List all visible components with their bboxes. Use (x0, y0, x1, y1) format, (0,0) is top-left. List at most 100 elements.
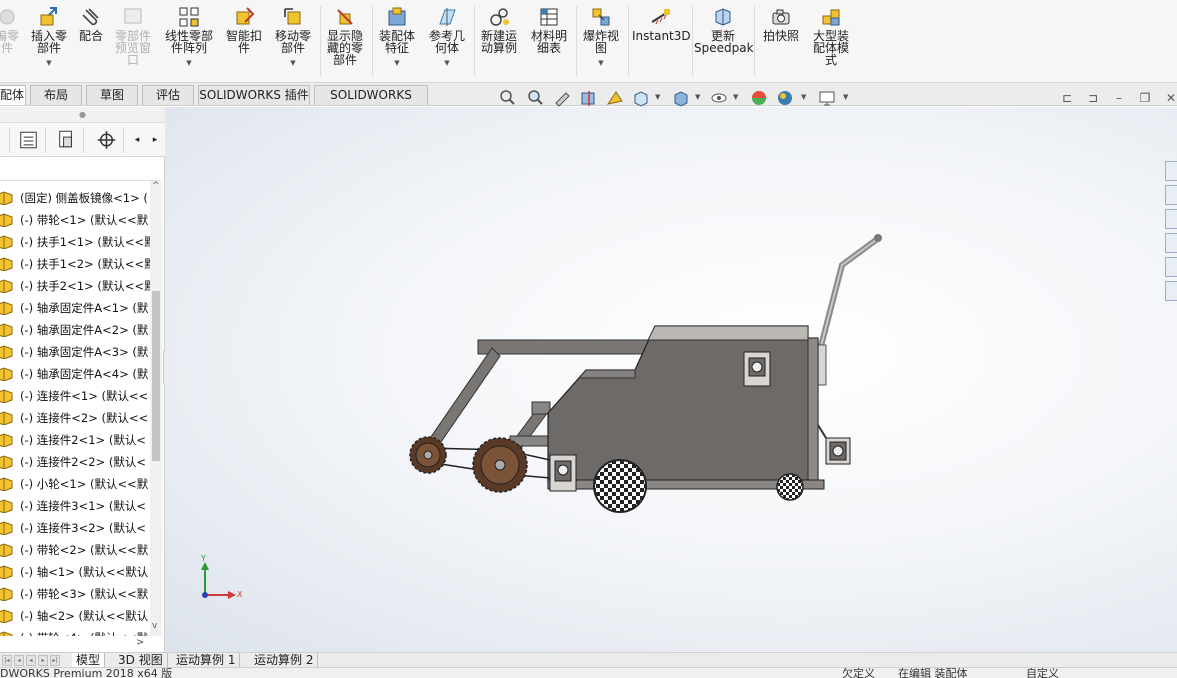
tree-item[interactable]: (-) 轴承固定件A<4> (默 (0, 363, 150, 385)
close-icon[interactable]: ✕ (1164, 91, 1177, 105)
linear-pattern-button[interactable]: 线性零部 件阵列 ▼ (160, 6, 218, 69)
tree-item[interactable]: (-) 轴<1> (默认<<默认 (0, 561, 150, 583)
view-palette-icon[interactable] (1165, 233, 1177, 253)
nav-next-icon[interactable]: ▸ (38, 655, 48, 666)
panel-grip[interactable]: ● (0, 107, 165, 123)
tile-right-icon[interactable]: ⊐ (1086, 91, 1100, 105)
tree-item[interactable]: (-) 连接件<2> (默认<< (0, 407, 150, 429)
update-speedpak-button[interactable]: 更新 Speedpak (694, 6, 754, 54)
assembly-model[interactable] (165, 107, 1177, 652)
view-orientation-icon[interactable] (631, 88, 651, 108)
view-settings-icon[interactable] (817, 88, 837, 108)
assembly-feature-button[interactable]: 装配体 特征 ▼ (374, 6, 420, 69)
tree-item[interactable]: (-) 连接件3<2> (默认< (0, 517, 150, 539)
tree-item[interactable]: (-) 连接件2<2> (默认< (0, 451, 150, 473)
tab-model[interactable]: 模型 (72, 653, 106, 668)
chevron-down-icon[interactable]: ▼ (28, 57, 70, 69)
bom-button[interactable]: 材料明 细表 (526, 6, 572, 54)
home-icon[interactable] (1165, 161, 1177, 181)
configuration-manager-icon[interactable] (50, 127, 84, 153)
large-assembly-mode-button[interactable]: 大型装 配体模 式 (808, 6, 854, 66)
tab-3d-views[interactable]: 3D 视图 (114, 653, 168, 668)
chevron-down-icon[interactable]: ▼ (374, 57, 420, 69)
snapshot-button[interactable]: 拍快照 (758, 6, 804, 42)
tree-item[interactable]: (-) 带轮<4> (默认<<默 (0, 627, 150, 636)
mate-button[interactable]: 配合 (76, 6, 106, 42)
status-units[interactable]: 自定义 (1026, 668, 1059, 678)
tab-sketch[interactable]: 草图 (86, 85, 138, 105)
tree-item[interactable]: (-) 带轮<1> (默认<<默 (0, 209, 150, 231)
tab-layout[interactable]: 布局 (30, 85, 82, 105)
exploded-view-button[interactable]: 爆炸视 图 ▼ (578, 6, 624, 69)
tree-item[interactable]: (-) 轴承固定件A<3> (默 (0, 341, 150, 363)
previous-view-icon[interactable] (553, 88, 573, 108)
tab-solidworks-addins[interactable]: SOLIDWORKS 插件 (198, 85, 310, 105)
restore-icon[interactable]: ❐ (1138, 91, 1152, 105)
tab-scroll-right-icon[interactable]: ▸ (146, 127, 164, 153)
tab-assembly[interactable]: 配体 (0, 85, 26, 105)
tree-item[interactable]: (-) 扶手1<2> (默认<<默 (0, 253, 150, 275)
chevron-down-icon[interactable]: ▼ (424, 57, 470, 69)
chevron-down-icon[interactable]: ▼ (695, 93, 700, 101)
edit-component-button[interactable]: 编零 件 (0, 6, 20, 54)
tree-item[interactable]: (-) 扶手2<1> (默认<<默 (0, 275, 150, 297)
scroll-down-icon[interactable]: v (152, 621, 157, 631)
tree-item[interactable]: (固定) 侧盖板镜像<1> ( (0, 187, 150, 209)
chevron-down-icon[interactable]: ▼ (843, 93, 848, 101)
tree-item[interactable]: (-) 小轮<1> (默认<<默 (0, 473, 150, 495)
chevron-down-icon[interactable]: ▼ (160, 57, 218, 69)
appearances-icon[interactable] (1165, 257, 1177, 277)
smart-fastener-button[interactable]: 智能扣 件 (222, 6, 266, 54)
new-motion-study-button[interactable]: 新建运 动算例 (476, 6, 522, 54)
tree-item[interactable]: (-) 连接件2<1> (默认< (0, 429, 150, 451)
tile-left-icon[interactable]: ⊏ (1060, 91, 1074, 105)
tree-item[interactable]: (-) 带轮<3> (默认<<默 (0, 583, 150, 605)
instant3d-button[interactable]: Instant3D (632, 6, 691, 42)
nav-prev-icon[interactable]: ◂ (26, 655, 36, 666)
show-hidden-components-button[interactable]: 显示隐 藏的零 部件 (322, 6, 368, 66)
custom-properties-icon[interactable] (1165, 281, 1177, 301)
nav-first-icon[interactable]: |◂ (2, 655, 12, 666)
chevron-down-icon[interactable]: ▼ (733, 93, 738, 101)
tab-solidworks-mbd[interactable]: SOLIDWORKS MBD (314, 85, 428, 120)
reference-geometry-button[interactable]: 参考几 何体 ▼ (424, 6, 470, 69)
design-library-icon[interactable] (1165, 185, 1177, 205)
tree-item[interactable]: (-) 连接件3<1> (默认< (0, 495, 150, 517)
tree-item[interactable]: (-) 轴承固定件A<2> (默 (0, 319, 150, 341)
feature-manager-tab[interactable] (0, 127, 10, 153)
nav-prev-icon[interactable]: ◂ (14, 655, 24, 666)
tab-scroll-left-icon[interactable]: ◂ (128, 127, 146, 153)
property-manager-icon[interactable] (12, 127, 46, 153)
file-explorer-icon[interactable] (1165, 209, 1177, 229)
graphics-area[interactable]: Y X (165, 107, 1177, 652)
nav-last-icon[interactable]: ▸| (50, 655, 60, 666)
tab-motion-study-2[interactable]: 运动算例 2 (250, 653, 319, 668)
chevron-down-icon[interactable]: ▼ (655, 93, 660, 101)
insert-component-button[interactable]: 插入零 部件 ▼ (28, 6, 70, 69)
tab-evaluate[interactable]: 评估 (142, 85, 194, 105)
component-preview-button[interactable]: 零部件 预览窗 口 (112, 6, 154, 66)
section-view-icon[interactable] (579, 88, 599, 108)
tree-scrollbar[interactable]: ^ v (150, 181, 162, 636)
scroll-right-icon[interactable]: > (136, 637, 144, 648)
apply-scene-icon[interactable] (775, 88, 795, 108)
tree-item[interactable]: (-) 扶手1<1> (默认<<默 (0, 231, 150, 253)
display-style-icon[interactable] (671, 88, 691, 108)
move-component-button[interactable]: 移动零 部件 ▼ (270, 6, 316, 69)
chevron-down-icon[interactable]: ▼ (270, 57, 316, 69)
tree-item[interactable]: (-) 带轮<2> (默认<<默 (0, 539, 150, 561)
chevron-down-icon[interactable]: ▼ (578, 57, 624, 69)
tree-item[interactable]: (-) 轴<2> (默认<<默认 (0, 605, 150, 627)
edit-appearance-icon[interactable] (749, 88, 769, 108)
tree-item[interactable]: (-) 轴承固定件A<1> (默 (0, 297, 150, 319)
hide-show-items-icon[interactable] (709, 88, 729, 108)
chevron-down-icon[interactable]: ▼ (801, 93, 806, 101)
zoom-to-fit-icon[interactable] (497, 88, 517, 108)
scrollbar-thumb[interactable] (152, 291, 160, 461)
minimize-icon[interactable]: – (1112, 91, 1126, 105)
zoom-to-area-icon[interactable] (525, 88, 545, 108)
tab-motion-study-1[interactable]: 运动算例 1 (172, 653, 241, 668)
scroll-up-icon[interactable]: ^ (152, 181, 160, 191)
tree-item[interactable]: (-) 连接件<1> (默认<< (0, 385, 150, 407)
tree-filter-field[interactable] (0, 157, 160, 181)
